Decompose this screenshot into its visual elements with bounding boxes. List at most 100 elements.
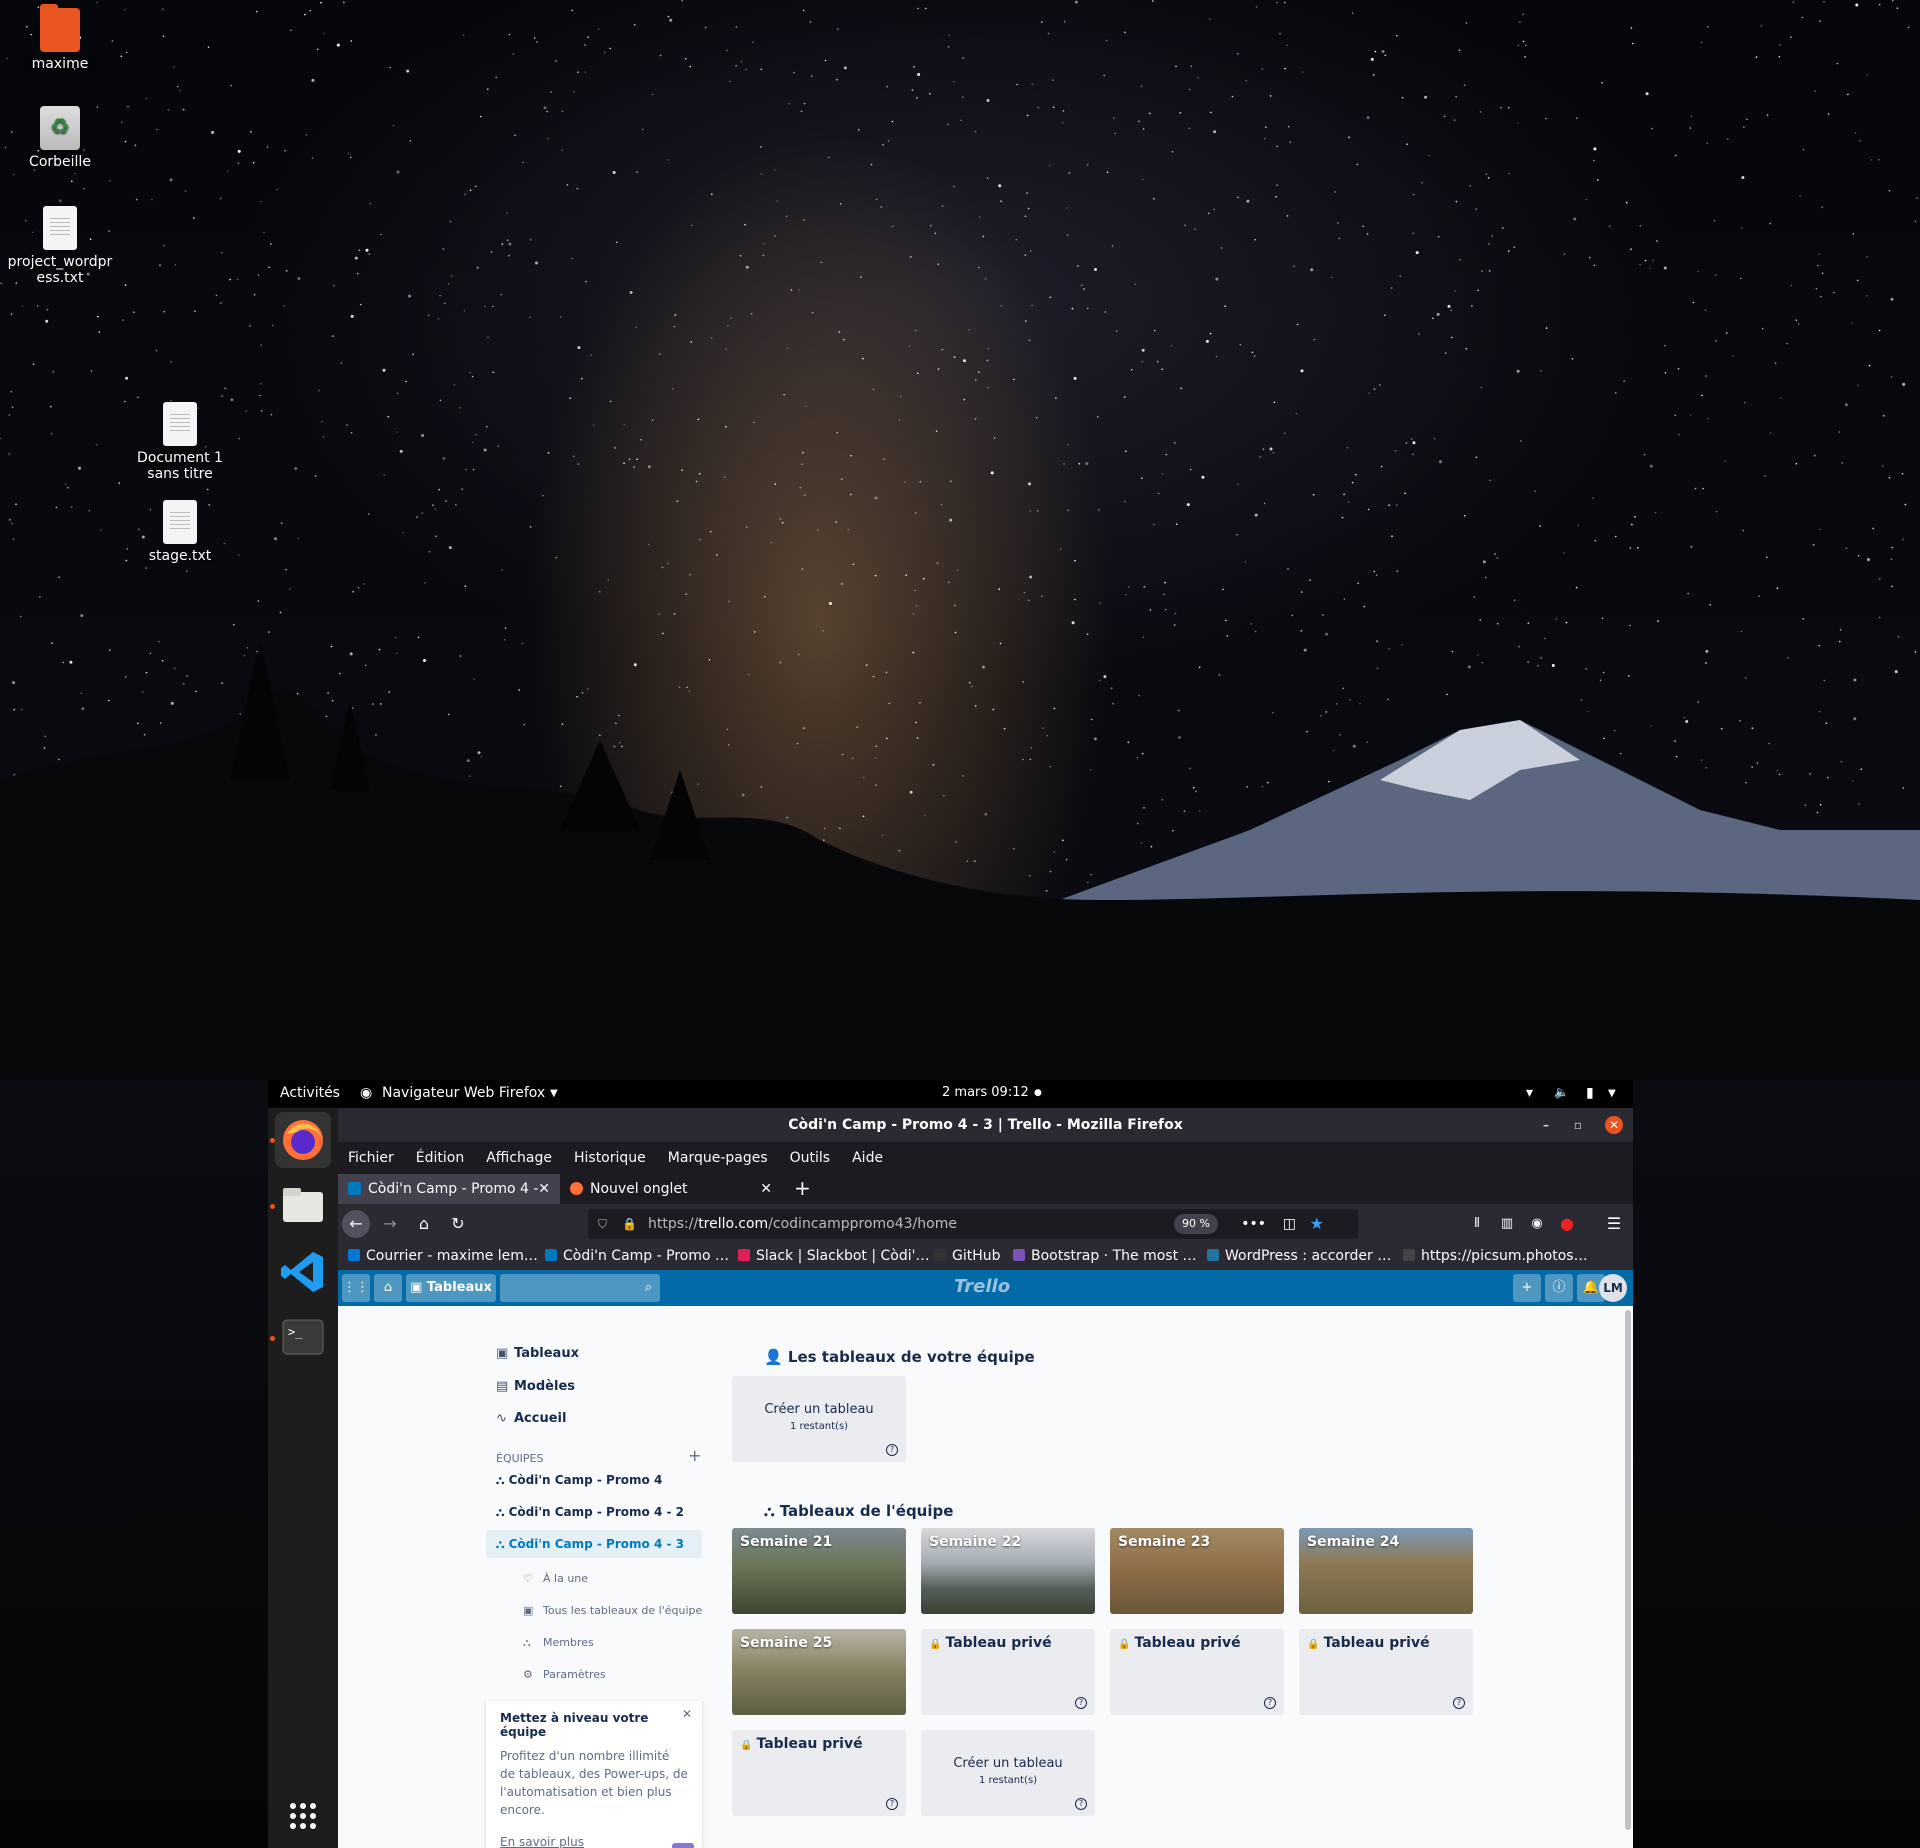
bookmark-item[interactable]: Còdi'n Camp - Promo … — [545, 1248, 729, 1264]
window-titlebar[interactable]: Còdi'n Camp - Promo 4 - 3 | Trello - Moz… — [338, 1108, 1633, 1142]
menu-marque-pages[interactable]: Marque-pages — [668, 1150, 768, 1166]
app-menu[interactable]: Navigateur Web Firefox — [382, 1085, 545, 1101]
show-applications-button[interactable] — [275, 1788, 331, 1844]
sidebar-link-home[interactable]: ∿ Accueil — [496, 1411, 566, 1426]
desktop-icon-trash[interactable]: ♻ Corbeille — [0, 106, 120, 170]
bookmark-star-icon[interactable]: ★ — [1310, 1209, 1324, 1239]
board-tile[interactable]: Semaine 21 — [732, 1528, 906, 1614]
team-icon: ⛬ — [764, 1502, 780, 1520]
account-icon[interactable]: ◉ — [1523, 1210, 1551, 1238]
sidebar-sub-all-boards[interactable]: ▣ Tous les tableaux de l'équipe — [523, 1604, 702, 1617]
create-board-button[interactable]: Créer un tableau 1 restant(s) ? — [732, 1376, 906, 1462]
desktop-icon-project-wordpress[interactable]: project_wordpress.txt — [0, 206, 120, 286]
private-board-tile[interactable]: Tableau privé? — [1110, 1629, 1284, 1715]
dock-terminal[interactable]: >_ — [275, 1310, 331, 1366]
desktop-icon-document[interactable]: Document 1 sans titre — [120, 402, 240, 482]
board-tile[interactable]: Semaine 22 — [921, 1528, 1095, 1614]
trello-logo[interactable]: Trello — [954, 1276, 1010, 1297]
tracking-protection-icon[interactable]: ⛉ — [598, 1209, 607, 1239]
tab-trello[interactable]: Còdi'n Camp - Promo 4 - ✕ — [338, 1174, 560, 1204]
page-scrollbar[interactable] — [1625, 1310, 1631, 1830]
sidebar-team-promo-4[interactable]: ⛬ Còdi'n Camp - Promo 4 — [486, 1466, 702, 1494]
help-icon[interactable]: ? — [1264, 1697, 1276, 1709]
new-tab-icon[interactable]: + — [794, 1176, 811, 1200]
system-menu-chevron-icon[interactable]: ▼ — [1608, 1088, 1616, 1099]
clock[interactable]: 2 mars 09:12 — [942, 1085, 1029, 1100]
menu-outils[interactable]: Outils — [790, 1150, 830, 1166]
close-icon[interactable]: ✕ — [682, 1707, 692, 1721]
private-board-tile[interactable]: Tableau privé? — [1299, 1629, 1473, 1715]
create-board-button[interactable]: Créer un tableau 1 restant(s) ? — [921, 1730, 1095, 1816]
board-tile[interactable]: Semaine 25 — [732, 1629, 906, 1715]
help-icon[interactable]: ? — [1075, 1697, 1087, 1709]
home-icon[interactable]: ⌂ — [410, 1210, 438, 1238]
dock-files[interactable] — [275, 1178, 331, 1234]
dock-vscode[interactable] — [275, 1244, 331, 1300]
menu-aide[interactable]: Aide — [852, 1150, 883, 1166]
board-tile[interactable]: Semaine 23 — [1110, 1528, 1284, 1614]
chevron-down-icon[interactable]: ▼ — [550, 1088, 558, 1099]
desktop-icon-stage[interactable]: stage.txt — [120, 500, 240, 564]
learn-more-link[interactable]: En savoir plus — [500, 1835, 688, 1848]
reload-icon[interactable]: ↻ — [444, 1210, 472, 1238]
firefox-icon: ◉ — [360, 1085, 373, 1101]
dock-firefox[interactable] — [275, 1112, 331, 1168]
lock-icon[interactable]: 🔒 — [622, 1209, 637, 1239]
battery-icon[interactable]: ▮ — [1586, 1085, 1594, 1101]
desktop-icon-home[interactable]: maxime — [0, 4, 120, 72]
create-icon[interactable]: + — [1513, 1274, 1541, 1302]
board-tile[interactable]: Semaine 24 — [1299, 1528, 1473, 1614]
close-tab-icon[interactable]: ✕ — [538, 1174, 550, 1204]
sidebar-sub-members[interactable]: ⛬ Membres — [523, 1636, 594, 1650]
help-icon[interactable]: ? — [1075, 1798, 1087, 1810]
bookmark-item[interactable]: WordPress : accorder … — [1207, 1248, 1391, 1264]
sidebar-icon[interactable]: ▥ — [1493, 1210, 1521, 1238]
home-button-icon[interactable]: ⌂ — [374, 1274, 402, 1302]
library-icon[interactable]: ⫴ — [1463, 1210, 1491, 1238]
menu-edition[interactable]: Édition — [416, 1150, 464, 1166]
hamburger-menu-icon[interactable]: ☰ — [1600, 1210, 1628, 1238]
sidebar-sub-settings[interactable]: ⚙ Paramètres — [523, 1668, 606, 1681]
menu-historique[interactable]: Historique — [574, 1150, 646, 1166]
url-bar[interactable]: ⛉ 🔒 https://trello.com/codincamppromo43/… — [588, 1209, 1358, 1239]
zoom-indicator[interactable]: 90 % — [1174, 1214, 1218, 1234]
bookmark-item[interactable]: https://picsum.photos… — [1403, 1248, 1588, 1264]
sidebar-link-boards[interactable]: ▣ Tableaux — [496, 1346, 579, 1361]
add-team-icon[interactable]: + — [688, 1446, 701, 1465]
teams-heading: ÉQUIPES — [496, 1452, 544, 1465]
bookmark-item[interactable]: Courrier - maxime lem… — [348, 1248, 538, 1264]
info-icon[interactable]: ⓘ — [1545, 1274, 1573, 1302]
bookmark-item[interactable]: Slack | Slackbot | Còdi'… — [738, 1248, 929, 1264]
tab-new-tab[interactable]: Nouvel onglet ✕ — [560, 1174, 782, 1204]
wallpaper-mountain — [0, 640, 1920, 1080]
pocket-icon[interactable]: ◫ — [1283, 1209, 1296, 1239]
wifi-icon[interactable]: ▾ — [1526, 1085, 1533, 1101]
boards-button[interactable]: ▣ Tableaux — [406, 1274, 496, 1302]
help-icon[interactable]: ? — [886, 1798, 898, 1810]
sidebar-link-templates[interactable]: ▤ Modèles — [496, 1379, 575, 1394]
bookmark-item[interactable]: Bootstrap · The most … — [1013, 1248, 1197, 1264]
sidebar-team-promo-4-2[interactable]: ⛬ Còdi'n Camp - Promo 4 - 2 — [486, 1498, 702, 1526]
back-icon[interactable]: ← — [342, 1210, 370, 1238]
close-window-button[interactable]: ✕ — [1605, 1116, 1623, 1134]
close-tab-icon[interactable]: ✕ — [760, 1174, 772, 1204]
volume-icon[interactable]: 🔈 — [1554, 1085, 1569, 1099]
private-board-tile[interactable]: Tableau privé? — [921, 1629, 1095, 1715]
page-actions-icon[interactable]: ••• — [1241, 1209, 1266, 1239]
minimize-button[interactable]: – — [1537, 1116, 1555, 1134]
sidebar-sub-highlights[interactable]: ♡ À la une — [523, 1572, 588, 1585]
search-input[interactable]: ⌕ — [500, 1274, 660, 1302]
menu-fichier[interactable]: Fichier — [348, 1150, 394, 1166]
bookmark-item[interactable]: GitHub — [934, 1248, 1001, 1264]
extension-icon[interactable]: ● — [1553, 1210, 1581, 1238]
sidebar-team-promo-4-3[interactable]: ⛬ Còdi'n Camp - Promo 4 - 3 — [486, 1530, 702, 1558]
forward-icon[interactable]: → — [376, 1210, 404, 1238]
help-icon[interactable]: ? — [886, 1444, 898, 1456]
activities-button[interactable]: Activités — [280, 1085, 340, 1101]
apps-grid-icon[interactable]: ⋮⋮ — [342, 1274, 370, 1302]
maximize-button[interactable]: ▫ — [1569, 1116, 1587, 1134]
menu-affichage[interactable]: Affichage — [486, 1150, 552, 1166]
avatar[interactable]: LM — [1599, 1274, 1627, 1302]
help-icon[interactable]: ? — [1453, 1697, 1465, 1709]
private-board-tile[interactable]: Tableau privé? — [732, 1730, 906, 1816]
